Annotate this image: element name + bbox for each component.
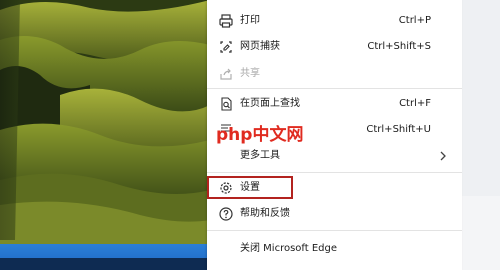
menu-divider: [207, 230, 462, 231]
menu-item-shortcut: Ctrl+Shift+U: [366, 124, 431, 135]
help-icon: [219, 207, 233, 221]
menu-item-share[interactable]: 共享: [207, 61, 462, 87]
menu-item-label: 网页捕获: [240, 41, 280, 52]
watermark-logo: php中文网: [216, 124, 303, 145]
menu-item-label: 打印: [240, 15, 260, 26]
menu-item-close-edge[interactable]: 关闭 Microsoft Edge: [207, 236, 462, 262]
menu-item-shortcut: Ctrl+Shift+S: [367, 41, 431, 52]
find-on-page-icon: [221, 97, 232, 111]
menu-item-label: 共享: [240, 68, 260, 79]
menu-divider: [207, 88, 462, 89]
menu-item-label: 更多工具: [240, 150, 280, 161]
share-icon: [220, 68, 232, 80]
menu-item-label: 帮助和反馈: [240, 208, 290, 219]
printer-icon: [219, 14, 233, 28]
watermark-text: php中文网: [216, 124, 303, 145]
menu-item-shortcut: Ctrl+F: [399, 98, 431, 109]
taskbar: [0, 244, 210, 270]
menu-item-label: 在页面上查找: [240, 98, 300, 109]
settings-highlight-box: [207, 176, 293, 199]
menu-item-label: 关闭 Microsoft Edge: [240, 243, 338, 254]
menu-item-shortcut: Ctrl+P: [398, 15, 431, 26]
menu-item-print[interactable]: 打印 Ctrl+P: [207, 8, 462, 34]
menu-item-find-on-page[interactable]: 在页面上查找 Ctrl+F: [207, 91, 462, 117]
screen: 打印 Ctrl+P 网页捕获 Ctrl+Shift+S 共享 在页面上查找 Ct…: [0, 0, 500, 270]
taskbar-shadow: [0, 258, 210, 270]
menu-item-web-capture[interactable]: 网页捕获 Ctrl+Shift+S: [207, 34, 462, 60]
chevron-right-icon: [440, 151, 446, 161]
menu-divider: [207, 172, 462, 173]
page-background: [342, 0, 500, 270]
web-capture-icon: [220, 41, 232, 53]
menu-item-help-feedback[interactable]: 帮助和反馈: [207, 201, 462, 227]
